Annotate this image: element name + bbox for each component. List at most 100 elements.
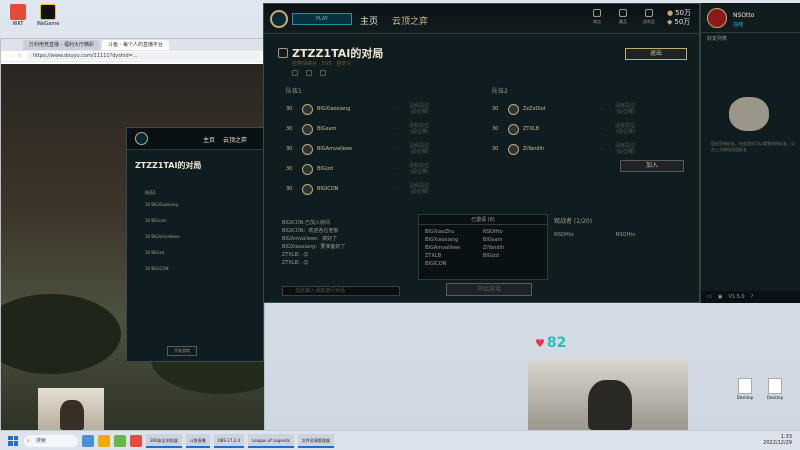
main-nav: 主页 云顶之弈 — [360, 14, 428, 27]
file-icon — [768, 378, 782, 394]
leave-lobby-button[interactable]: 退出 — [625, 48, 687, 60]
chat-message: ZTXLB：😊 — [282, 252, 309, 258]
nav-tft[interactable]: 云顶之弈 — [392, 14, 428, 27]
empty-friends-text: 您还没有好友。在这里你可以看到你的好友，点击上方按钮添加好友 — [711, 141, 795, 152]
lobby-icon — [278, 48, 288, 58]
poro-image — [729, 97, 769, 131]
spectator-name: NSOHto — [554, 232, 574, 238]
player-rank-marker: - — [395, 166, 397, 172]
browser-icon[interactable] — [82, 434, 94, 447]
avatar[interactable] — [707, 8, 727, 28]
store-button[interactable]: 商店 — [589, 9, 605, 25]
player-row[interactable]: 30 BIGizd - 没有段位 (段位赛) — [286, 159, 486, 179]
mini-lobby-title: ZTZZ1TAI的对局 — [135, 161, 202, 170]
lobby-subtitle: 召唤师峡谷 · 5V5 · 自定义 — [292, 61, 352, 67]
friends-header: 好友列表 — [707, 36, 728, 42]
taskbar-app[interactable]: OBS 27.2.4 — [213, 433, 244, 448]
streamer-figure — [588, 380, 632, 430]
version-text: V1.5.0 — [728, 294, 745, 300]
start-button[interactable] — [8, 435, 18, 446]
loot-button[interactable]: 战利品 — [641, 9, 657, 25]
taskbar-app[interactable]: 斗鱼直播 — [185, 433, 210, 448]
start-game-button[interactable]: 开始游戏 — [446, 283, 532, 296]
desktop-file[interactable]: Desktop — [734, 378, 756, 400]
player-position-text: 没有段位 (段位赛) — [409, 163, 430, 175]
taskbar-search[interactable]: ⌕ 搜索 — [24, 434, 78, 447]
player-row[interactable]: 30 ZzZxDiot - 没有段位 (段位赛) — [492, 99, 692, 119]
chat-message: BIGXiaoxiang：要准备好了 — [282, 244, 346, 250]
nav-home[interactable]: 主页 — [360, 14, 378, 27]
team-1-label: 队伍1 — [286, 88, 302, 95]
status-badge[interactable]: 在线 — [733, 21, 743, 28]
desktop-file[interactable]: Desktop — [764, 378, 786, 400]
collection-button[interactable]: 藏品 — [615, 9, 631, 25]
taskbar-app[interactable]: 360安全浏览器 — [146, 433, 182, 448]
join-team-button[interactable]: 加入 — [620, 160, 684, 172]
settings-icon[interactable] — [320, 70, 326, 76]
player-row[interactable]: 30 BIGXiaoxiang - 没有段位 (段位赛) — [286, 99, 486, 119]
team-2: 队伍2 30 ZzZxDiot - 没有段位 (段位赛) 30 ZTXLB - 没有段位 (… — [492, 86, 692, 159]
taskbar-app[interactable]: League of Legends — [248, 433, 294, 448]
browser-tab[interactable]: 万利电竞直播 - 福利大厅精彩 — [23, 40, 100, 50]
blue-essence-icon: ● — [666, 9, 674, 17]
player-level: 30 — [492, 146, 499, 152]
player-row[interactable]: 30 ZiYandih - 没有段位 (段位赛) — [492, 139, 692, 159]
browser-tab-active[interactable]: 斗鱼 - 每个人的直播平台 — [101, 40, 169, 50]
forward-icon[interactable]: › — [11, 53, 13, 60]
team-icon[interactable] — [306, 70, 312, 76]
riot-points-value: 50万 — [674, 18, 691, 26]
player-rank-marker: - — [601, 106, 603, 112]
system-clock[interactable]: 1:33 2022/12/29 — [763, 434, 792, 446]
browser-tab-bar: 万利电竞直播 - 福利大厅精彩 斗鱼 - 每个人的直播平台 — [1, 39, 264, 51]
invited-player: ZiYandih — [483, 245, 505, 251]
player-level: 30 — [286, 106, 293, 112]
stream-client-capture: 主页 云顶之弈 ZTZZ1TAI的对局 队伍1 30 BIGXiaoxiang … — [126, 127, 264, 362]
player-position-text: 没有段位 (段位赛) — [615, 103, 636, 115]
webcam-feed — [38, 388, 104, 430]
avatar — [302, 163, 313, 175]
refresh-icon[interactable]: ↻ — [18, 53, 23, 60]
avatar — [508, 103, 519, 115]
player-name: BIGICON — [317, 186, 339, 192]
mini-player-row: 30 BIGICON — [145, 266, 169, 271]
player-row[interactable]: 30 BIGAmvalleee - 没有段位 (段位赛) — [286, 139, 486, 159]
invited-player: BIGAmvalleee — [425, 245, 461, 251]
invited-player: BIGXiaoxiang — [425, 237, 459, 243]
player-rank-marker: - — [395, 106, 397, 112]
player-rank-marker: - — [395, 186, 397, 192]
desktop-shortcut-wegame[interactable]: WeGame — [36, 4, 60, 27]
avatar — [302, 183, 313, 195]
store-icon — [592, 9, 601, 17]
back-icon[interactable]: ‹ — [5, 53, 7, 60]
scenery — [1, 294, 121, 374]
player-level: 30 — [286, 146, 293, 152]
chat-input[interactable]: 在此输入消息进行对话 — [282, 286, 400, 296]
invited-player: BIGXiaoZhu — [425, 229, 455, 235]
taskbar-app[interactable]: 文件资源管理器 — [297, 433, 334, 448]
app-icon[interactable] — [114, 434, 126, 447]
chat-icon[interactable] — [292, 70, 298, 76]
avatar — [508, 143, 519, 155]
folder-icon[interactable] — [98, 434, 110, 447]
invited-player: NSOHto — [483, 229, 503, 235]
player-level: 30 — [492, 126, 499, 132]
mission-icon[interactable]: ▣ — [718, 294, 723, 300]
player-row[interactable]: 30 BIGsam - 没有段位 (段位赛) — [286, 119, 486, 139]
mini-player-row: 30 BIGXiaoxiang — [145, 202, 179, 207]
player-row[interactable]: 30 ZTXLB - 没有段位 (段位赛) — [492, 119, 692, 139]
player-name: BIGsam — [317, 126, 337, 132]
player-position-text: 没有段位 (段位赛) — [615, 123, 636, 135]
chat-icon[interactable]: ▭ — [707, 294, 712, 300]
app-icon[interactable] — [130, 434, 142, 447]
avatar — [508, 123, 519, 135]
play-button[interactable]: PLAY — [292, 13, 352, 25]
player-level: 30 — [286, 126, 293, 132]
invited-player — [483, 261, 541, 267]
desktop-shortcut-wkt[interactable]: WKT — [6, 4, 30, 27]
search-icon: ⌕ — [27, 437, 30, 444]
player-level: 30 — [286, 166, 293, 172]
file-label: Desktop — [736, 395, 754, 400]
url-field[interactable]: https://www.douyu.com/11111?dyshid=... — [26, 52, 260, 60]
player-row[interactable]: 30 BIGICON - 没有段位 (段位赛) — [286, 179, 486, 199]
help-icon[interactable]: ? — [751, 294, 754, 300]
